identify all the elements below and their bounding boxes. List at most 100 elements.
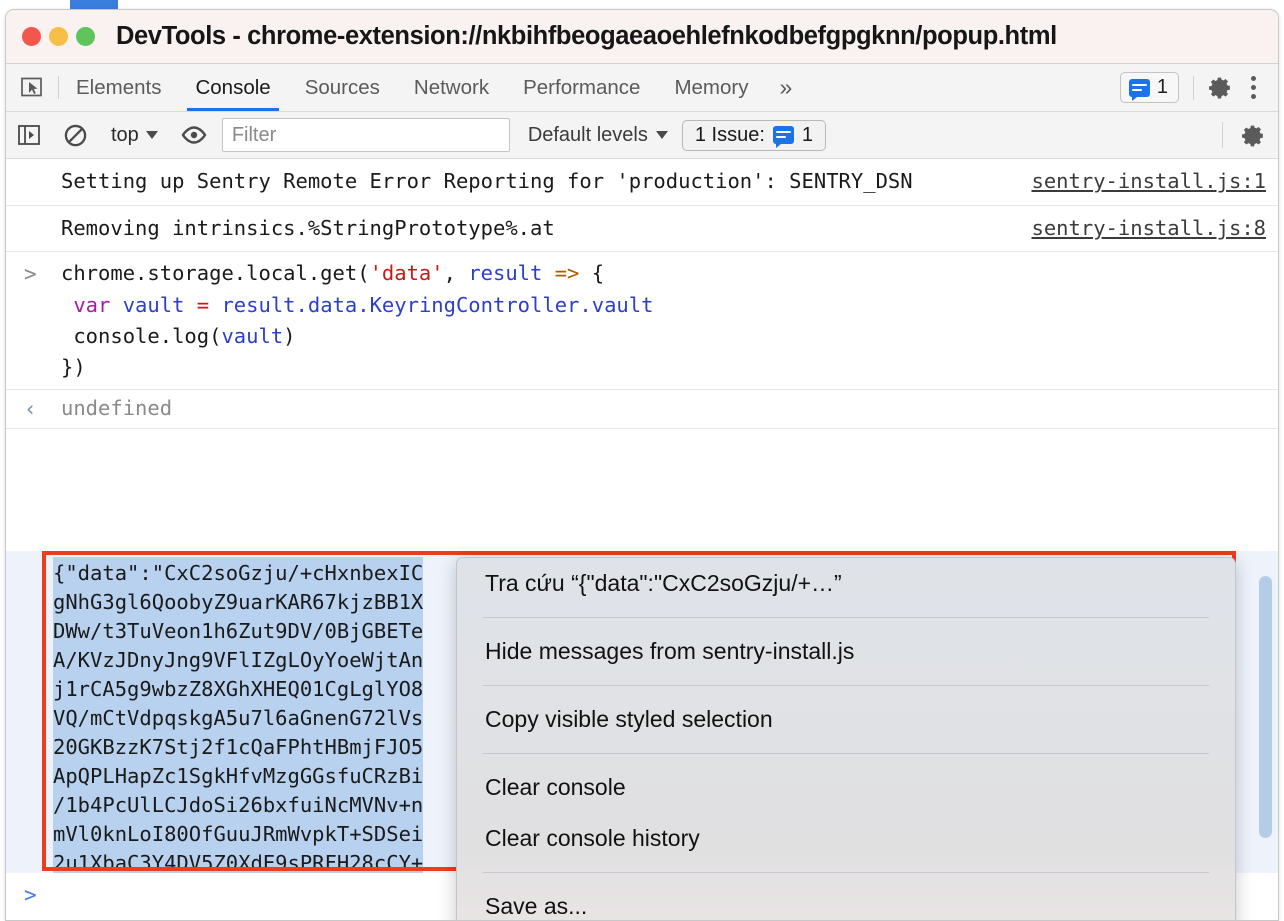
output-gutter-icon: ‹ xyxy=(24,397,37,422)
vault-output-text: {"data":"CxC2soGzju/+cHxnbexIC gNhG3gl6Q… xyxy=(53,557,424,873)
context-menu-item-clear-console-history[interactable]: Clear console history xyxy=(457,813,1235,864)
inspect-element-button[interactable] xyxy=(6,64,58,111)
tab-elements[interactable]: Elements xyxy=(59,64,178,111)
tabbar-right-group: 1 xyxy=(1119,64,1278,111)
live-expression-button[interactable] xyxy=(171,125,217,145)
code-token: ) xyxy=(283,323,296,348)
code-token: console.log( xyxy=(73,323,222,348)
gear-icon xyxy=(1209,77,1230,99)
context-menu[interactable]: Tra cứu “{"data":"CxC2soGzju/+…” Hide me… xyxy=(456,557,1236,920)
tab-performance[interactable]: Performance xyxy=(506,64,657,111)
tab-label: Elements xyxy=(76,75,162,99)
context-menu-item-lookup[interactable]: Tra cứu “{"data":"CxC2soGzju/+…” xyxy=(457,558,1235,609)
context-menu-item-hide-messages[interactable]: Hide messages from sentry-install.js xyxy=(457,626,1235,677)
more-tabs-button[interactable]: » xyxy=(766,64,807,111)
close-window-button[interactable] xyxy=(22,27,41,46)
code-token-variable: result xyxy=(468,261,543,286)
issue-bubble-icon xyxy=(1128,78,1150,101)
console-toolbar-right xyxy=(1216,122,1278,148)
clear-console-icon xyxy=(64,124,86,146)
window-title: DevTools - chrome-extension://nkbihfbeog… xyxy=(116,22,1057,50)
issues-counter-count: 1 xyxy=(801,123,814,146)
gear-icon xyxy=(1242,125,1263,146)
context-menu-label: Clear console xyxy=(485,774,626,800)
console-message-source-link[interactable]: sentry-install.js:8 xyxy=(1032,214,1267,244)
tab-console[interactable]: Console xyxy=(178,64,287,111)
console-message-row[interactable]: Removing intrinsics.%StringPrototype%.at… xyxy=(6,206,1278,253)
issues-counter-button[interactable]: 1 Issue: 1 xyxy=(681,119,827,151)
console-message-text: Removing intrinsics.%StringPrototype%.at xyxy=(61,215,555,240)
tab-label: Memory xyxy=(674,75,749,99)
tab-label: Performance xyxy=(523,75,641,99)
code-line: chrome.storage.local.get('data', result … xyxy=(61,258,1278,289)
console-filter-input[interactable] xyxy=(221,118,510,152)
context-menu-item-clear-console[interactable]: Clear console xyxy=(457,762,1235,813)
code-token: { xyxy=(591,261,605,286)
code-token-keyword: var xyxy=(73,292,111,317)
context-menu-label: Save as... xyxy=(485,893,588,919)
context-menu-label: Tra cứu “{"data":"CxC2soGzju/+…” xyxy=(485,570,842,596)
chevron-double-right-icon: » xyxy=(779,74,793,100)
console-body[interactable]: Setting up Sentry Remote Error Reporting… xyxy=(6,159,1278,920)
background-plus-glyph: + xyxy=(737,0,748,5)
code-token-variable: result.data.KeyringController.vault xyxy=(221,292,654,317)
context-menu-item-save-as[interactable]: Save as... xyxy=(457,881,1235,920)
issue-bubble-icon xyxy=(772,126,794,148)
input-gutter-icon: > xyxy=(24,262,37,287)
vault-output-scrollbar[interactable] xyxy=(1259,576,1272,838)
execution-context-selector[interactable]: top xyxy=(99,124,170,147)
maximize-window-button[interactable] xyxy=(76,27,95,46)
context-menu-label: Clear console history xyxy=(485,825,700,851)
console-message-source-link[interactable]: sentry-install.js:1 xyxy=(1032,167,1267,197)
console-result-value: undefined xyxy=(61,396,173,421)
log-levels-selector[interactable]: Default levels xyxy=(510,124,682,147)
background-page-title: Bình an lành xyxy=(846,0,1017,7)
code-token: }) xyxy=(61,354,86,379)
tab-sources[interactable]: Sources xyxy=(288,64,397,111)
context-menu-item-copy-styled-selection[interactable]: Copy visible styled selection xyxy=(457,694,1235,745)
tab-memory[interactable]: Memory xyxy=(657,64,765,111)
code-line: var vault = result.data.KeyringControlle… xyxy=(61,290,1278,321)
console-message-text: Setting up Sentry Remote Error Reporting… xyxy=(61,169,913,193)
console-sidebar-icon xyxy=(18,125,40,145)
context-menu-separator xyxy=(483,685,1209,686)
code-token-variable: vault xyxy=(221,323,284,348)
console-toolbar: top Default levels 1 Issue: 1 xyxy=(6,112,1278,159)
tab-label: Sources xyxy=(304,75,380,99)
console-settings-button[interactable] xyxy=(1229,123,1278,148)
execution-context-label: top xyxy=(111,123,139,146)
code-token-string: 'data' xyxy=(369,261,444,286)
clear-console-button[interactable] xyxy=(52,123,98,148)
context-menu-separator xyxy=(483,753,1209,754)
code-token: chrome.storage.local.get( xyxy=(61,261,370,286)
log-levels-label: Default levels xyxy=(527,123,648,146)
devtools-settings-button[interactable] xyxy=(1196,75,1245,100)
context-menu-label: Hide messages from sentry-install.js xyxy=(485,638,855,664)
background-page-sliver: + Bình an lành xyxy=(0,0,1284,9)
live-expression-eye-icon xyxy=(181,126,207,144)
context-menu-separator xyxy=(483,617,1209,618)
code-token: , xyxy=(443,261,469,286)
tab-network[interactable]: Network xyxy=(397,64,506,111)
tab-label: Console xyxy=(195,75,271,99)
console-result-row: ‹ undefined xyxy=(6,390,1278,430)
minimize-window-button[interactable] xyxy=(49,27,68,46)
context-menu-separator xyxy=(483,872,1209,873)
tabbar-divider-2 xyxy=(1193,75,1194,100)
devtools-tabbar: Elements Console Sources Network Perform… xyxy=(6,64,1278,112)
issues-counter-label: 1 Issue: xyxy=(694,123,765,146)
code-line: console.log(vault) xyxy=(61,321,1278,352)
devtools-window: DevTools - chrome-extension://nkbihfbeog… xyxy=(5,9,1279,921)
console-sidebar-toggle[interactable] xyxy=(6,124,52,146)
issues-chip-count: 1 xyxy=(1156,76,1168,98)
toolbar-divider-4 xyxy=(1222,122,1223,148)
chevron-down-icon xyxy=(145,131,158,139)
chevron-down-icon xyxy=(655,131,668,139)
devtools-more-options-button[interactable] xyxy=(1245,76,1268,99)
issues-chip-button[interactable]: 1 xyxy=(1119,72,1179,103)
code-token-variable: vault xyxy=(110,292,185,317)
code-line: }) xyxy=(61,352,1278,383)
console-message-row[interactable]: Setting up Sentry Remote Error Reporting… xyxy=(6,159,1278,206)
screenshot-root: + Bình an lành DevTools - chrome-extensi… xyxy=(0,0,1284,921)
console-input-entry[interactable]: > chrome.storage.local.get('data', resul… xyxy=(6,252,1278,391)
